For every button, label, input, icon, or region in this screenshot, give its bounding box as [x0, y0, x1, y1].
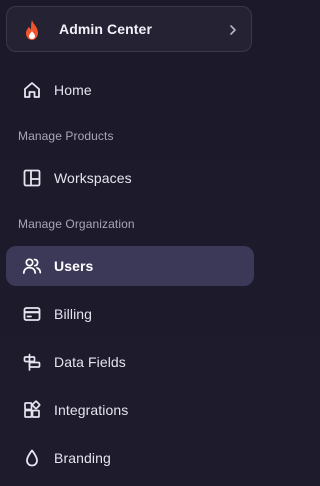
section-label-manage-organization: Manage Organization: [18, 217, 135, 231]
integrations-icon: [22, 400, 42, 420]
credit-card-icon: [22, 304, 42, 324]
nav-item-label: Data Fields: [54, 354, 126, 370]
switcher-title: Admin Center: [59, 21, 152, 37]
nav-item-users[interactable]: Users: [6, 246, 254, 286]
workspace-layout-icon: [22, 168, 42, 188]
home-icon: [22, 80, 42, 100]
sidebar: Admin Center Home Manage Products Worksp…: [0, 0, 260, 486]
flame-icon: [23, 19, 41, 41]
admin-center-switcher[interactable]: Admin Center: [6, 6, 252, 52]
nav-item-label: Home: [54, 82, 92, 98]
chevron-right-icon: [227, 23, 239, 37]
nav-item-label: Billing: [54, 306, 93, 322]
nav-item-workspaces[interactable]: Workspaces: [6, 158, 254, 198]
section-label-manage-products: Manage Products: [18, 129, 114, 143]
nav-item-home[interactable]: Home: [6, 70, 254, 110]
nav-item-integrations[interactable]: Integrations: [6, 390, 254, 430]
users-icon: [22, 256, 42, 276]
nav-item-branding[interactable]: Branding: [6, 438, 254, 478]
nav-item-label: Workspaces: [54, 170, 132, 186]
nav-item-label: Users: [54, 258, 94, 274]
droplet-icon: [22, 448, 42, 468]
nav-item-label: Branding: [54, 450, 111, 466]
nav-item-billing[interactable]: Billing: [6, 294, 254, 334]
data-fields-icon: [22, 352, 42, 372]
nav-item-label: Integrations: [54, 402, 129, 418]
nav-item-data-fields[interactable]: Data Fields: [6, 342, 254, 382]
